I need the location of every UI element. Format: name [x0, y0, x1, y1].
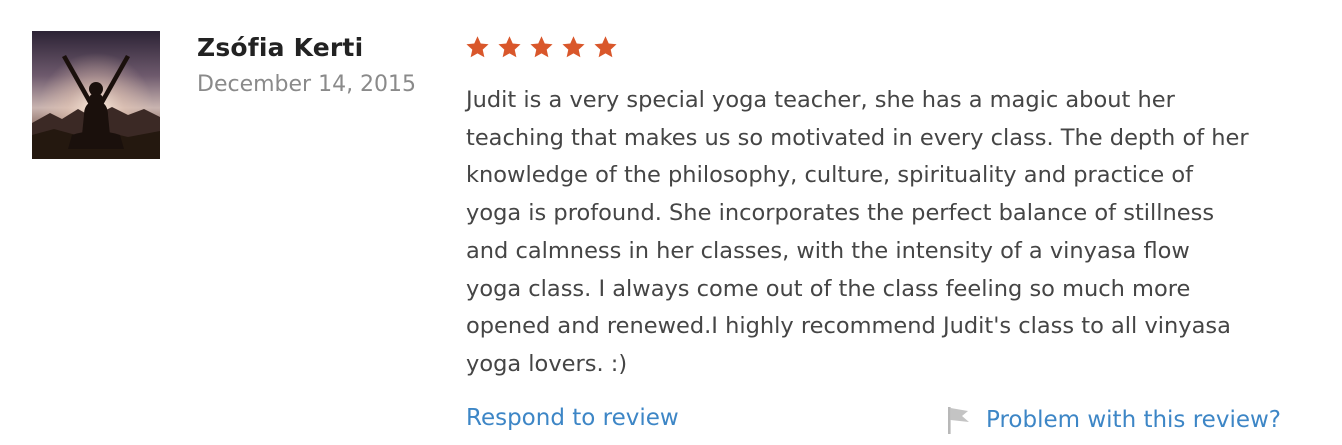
star-icon [529, 35, 554, 60]
review-date: December 14, 2015 [197, 72, 417, 97]
review-text-line: Judit is a very special yoga teacher, sh… [466, 87, 1175, 113]
review-text-line: yoga class. I always come out of the cla… [466, 275, 1191, 302]
review-text-line: and calmness in her classes, with the in… [466, 237, 1190, 264]
star-icon [465, 35, 490, 60]
review-text: Judit is a very special yoga teacher, sh… [466, 82, 1321, 384]
star-icon [561, 35, 586, 60]
avatar-image [32, 31, 160, 159]
reviewer-name[interactable]: Zsófia Kerti [197, 33, 363, 62]
review-text-line: knowledge of the philosophy, culture, sp… [466, 162, 1194, 189]
reviewer-avatar[interactable] [32, 31, 160, 159]
star-icon [593, 35, 618, 60]
review-card: Zsófia Kerti December 14, 2015 Judit is … [0, 0, 1342, 445]
review-text-line: opened and renewed.I highly recommend Ju… [466, 313, 1231, 340]
flag-icon [946, 405, 972, 435]
report-problem-button[interactable]: Problem with this review? [946, 405, 1281, 435]
review-text-line: yoga is profound. She incorporates the p… [466, 200, 1215, 227]
star-rating [465, 35, 618, 60]
review-text-line: teaching that makes us so motivated in e… [466, 124, 1249, 151]
star-icon [497, 35, 522, 60]
review-text-line: yoga lovers. :) [466, 350, 628, 377]
problem-with-review-link[interactable]: Problem with this review? [986, 407, 1281, 433]
respond-to-review-link[interactable]: Respond to review [466, 405, 679, 431]
